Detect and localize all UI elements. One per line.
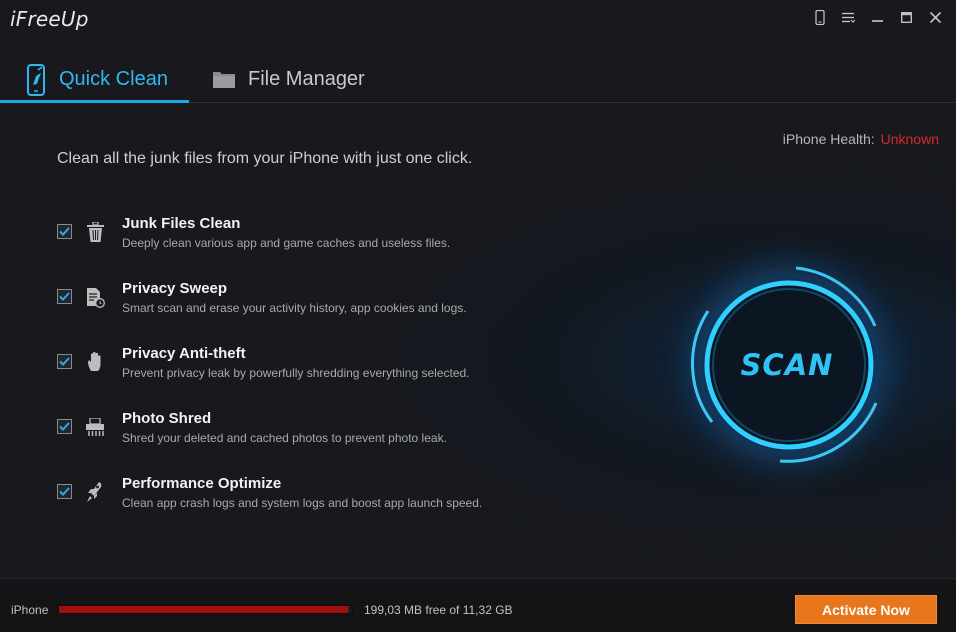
app-window: iFreeUp Quick Clean File Manager iPhone … [0, 0, 956, 632]
document-clock-icon [84, 285, 106, 309]
health-label: iPhone Health: [782, 131, 875, 147]
scan-label: SCAN [740, 348, 834, 382]
scan-area: SCAN [650, 226, 928, 504]
feature-checkbox[interactable] [57, 289, 72, 304]
feature-title: Privacy Anti-theft [122, 345, 246, 362]
storage-text: 199,03 MB free of 11,32 GB [364, 603, 513, 617]
storage-bar-end [349, 606, 352, 613]
tab-bar: Quick Clean File Manager [0, 56, 956, 103]
feature-checkbox[interactable] [57, 224, 72, 239]
feature-list: Junk Files Clean Deeply clean various ap… [57, 213, 577, 538]
window-controls [805, 6, 950, 28]
hand-icon [84, 350, 106, 374]
tab-quick-clean[interactable]: Quick Clean [0, 56, 189, 103]
minimize-icon[interactable] [863, 6, 892, 28]
storage-bar [58, 605, 353, 614]
feature-title: Junk Files Clean [122, 215, 241, 232]
tab-file-manager[interactable]: File Manager [212, 56, 365, 103]
feature-description: Prevent privacy leak by powerfully shred… [122, 366, 470, 380]
feature-title: Performance Optimize [122, 475, 282, 492]
feature-checkbox[interactable] [57, 484, 72, 499]
menu-icon[interactable] [834, 6, 863, 28]
iphone-health: iPhone Health: Unknown [783, 131, 939, 147]
title-bar: iFreeUp [0, 0, 956, 38]
feature-description: Smart scan and erase your activity histo… [122, 301, 467, 315]
feature-performance-optimize: Performance Optimize Clean app crash log… [57, 473, 577, 538]
feature-checkbox[interactable] [57, 354, 72, 369]
app-logo: iFreeUp [10, 7, 89, 31]
feature-description: Deeply clean various app and game caches… [122, 236, 451, 250]
active-tab-indicator [0, 100, 189, 103]
maximize-icon[interactable] [892, 6, 921, 28]
feature-description: Clean app crash logs and system logs and… [122, 496, 483, 510]
activate-now-button[interactable]: Activate Now [795, 595, 937, 624]
tab-file-manager-label: File Manager [248, 68, 365, 90]
tab-quick-clean-label: Quick Clean [59, 68, 168, 90]
feature-privacy-anti-theft: Privacy Anti-theft Prevent privacy leak … [57, 343, 577, 408]
status-bar: iPhone 199,03 MB free of 11,32 GB Activa… [0, 578, 956, 632]
rocket-icon [84, 480, 106, 504]
feature-title: Privacy Sweep [122, 280, 228, 297]
feature-checkbox[interactable] [57, 419, 72, 434]
phone-icon[interactable] [805, 6, 834, 28]
phone-clean-icon [25, 63, 47, 96]
feature-title: Photo Shred [122, 410, 212, 427]
feature-description: Shred your deleted and cached photos to … [122, 431, 447, 445]
device-name: iPhone [11, 603, 49, 617]
storage-bar-fill [59, 606, 348, 613]
scan-button[interactable]: SCAN [706, 284, 868, 446]
feature-junk-files: Junk Files Clean Deeply clean various ap… [57, 213, 577, 278]
shredder-icon [84, 415, 106, 439]
close-icon[interactable] [921, 6, 950, 28]
feature-privacy-sweep: Privacy Sweep Smart scan and erase your … [57, 278, 577, 343]
intro-text: Clean all the junk files from your iPhon… [57, 150, 473, 167]
health-value: Unknown [880, 131, 939, 147]
trash-icon [84, 220, 106, 244]
feature-photo-shred: Photo Shred Shred your deleted and cache… [57, 408, 577, 473]
folder-icon [212, 70, 236, 89]
